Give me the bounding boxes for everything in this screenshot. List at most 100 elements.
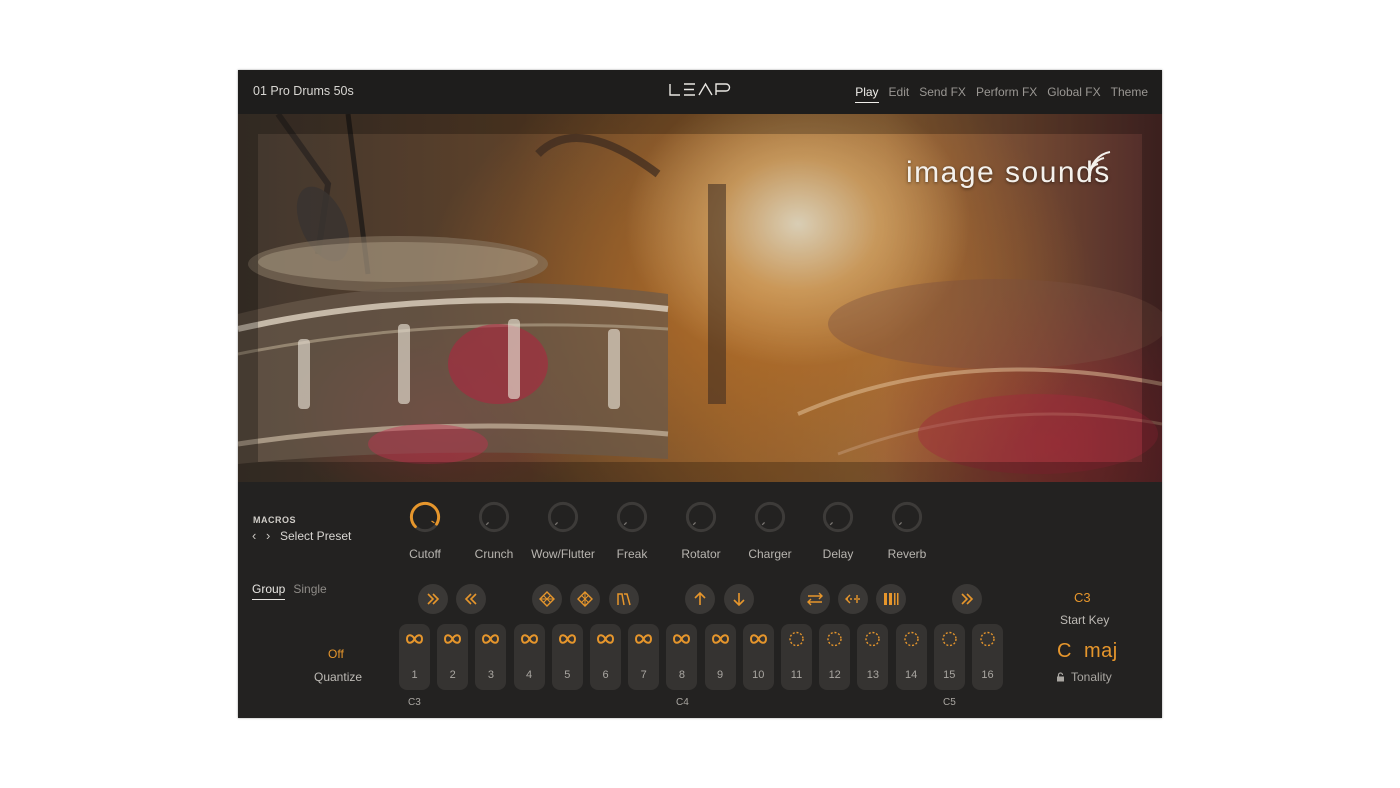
key-pad-12[interactable]: 12	[819, 624, 851, 690]
knob-label: Delay	[822, 547, 854, 561]
swap-icon	[807, 592, 823, 606]
one-shot-icon	[827, 631, 842, 647]
knob-dial[interactable]	[477, 500, 511, 534]
envelope-button[interactable]	[609, 584, 639, 614]
knob-label: Reverb	[887, 547, 927, 561]
key-pad-13[interactable]: 13	[857, 624, 889, 690]
macro-knob-cutoff[interactable]: Cutoff	[390, 500, 460, 561]
rewind-icon	[464, 593, 477, 605]
key-pad-4[interactable]: 4	[513, 624, 545, 690]
knob-label: Crunch	[474, 547, 514, 561]
macro-knob-crunch[interactable]: Crunch	[459, 500, 529, 561]
fast-forward-button[interactable]	[418, 584, 448, 614]
dotted-arrow-button[interactable]	[838, 584, 868, 614]
key-pad-9[interactable]: 9	[704, 624, 736, 690]
key-pad-5[interactable]: 5	[551, 624, 583, 690]
knob-dial[interactable]	[890, 500, 924, 534]
play-controls: MACROS ‹ › Select Preset Cutoff Crunch Wow…	[238, 482, 1162, 718]
knob-dial[interactable]	[546, 500, 580, 534]
one-shot-icon	[789, 631, 804, 647]
loop-icon	[673, 634, 691, 644]
macro-knob-freak[interactable]: Freak	[597, 500, 667, 561]
leap-window: 01 Pro Drums 50s Play Edit Send FX Perfo…	[238, 70, 1162, 718]
key-pad-14[interactable]: 14	[895, 624, 927, 690]
macro-knob-rotator[interactable]: Rotator	[666, 500, 736, 561]
tab-group[interactable]: Group	[252, 582, 286, 600]
arrow-up-button[interactable]	[685, 584, 715, 614]
key-pad-7[interactable]: 7	[628, 624, 660, 690]
dotted-arrow-icon	[845, 594, 860, 604]
one-shot-icon	[865, 631, 881, 647]
tab-edit[interactable]: Edit	[889, 85, 910, 103]
fast-forward-button[interactable]	[952, 584, 982, 614]
swap-button[interactable]	[800, 584, 830, 614]
tonality-value[interactable]: C maj	[1057, 640, 1118, 663]
brand-logo-text: image sounds	[906, 156, 1111, 189]
macro-knob-charger[interactable]: Charger	[735, 500, 805, 561]
key-pad-3[interactable]: 3	[475, 624, 507, 690]
quantize-value[interactable]: Off	[328, 647, 344, 661]
key-pad-1[interactable]: 1	[399, 624, 430, 690]
chevron-right-icon[interactable]: ›	[266, 529, 274, 543]
tab-perform-fx[interactable]: Perform FX	[976, 85, 1037, 103]
octave-label-c5: C5	[943, 697, 956, 708]
key-pad-11[interactable]: 11	[781, 624, 812, 690]
arrow-down-icon	[733, 593, 745, 607]
knob-label: Cutoff	[409, 547, 441, 561]
envelope-icon	[617, 593, 631, 606]
grid-slice-icon	[539, 591, 555, 607]
grid-slice-alt-button[interactable]	[570, 584, 600, 614]
brand-waves-icon	[1088, 151, 1111, 177]
tonality-label: Tonality	[1071, 670, 1112, 684]
rewind-button[interactable]	[456, 584, 486, 614]
tonality-row: Tonality	[1056, 670, 1112, 684]
leap-logo	[669, 82, 731, 96]
top-bar: 01 Pro Drums 50s Play Edit Send FX Perfo…	[238, 70, 1162, 114]
fast-forward-icon	[961, 593, 974, 605]
loop-icon	[558, 634, 576, 644]
tab-send-fx[interactable]: Send FX	[919, 85, 966, 103]
key-number: 14	[904, 669, 918, 681]
macro-knob-delay[interactable]: Delay	[803, 500, 873, 561]
select-preset-button[interactable]: Select Preset	[280, 529, 351, 543]
tab-single[interactable]: Single	[293, 582, 326, 600]
macro-knob-reverb[interactable]: Reverb	[872, 500, 942, 561]
key-pad-2[interactable]: 2	[437, 624, 469, 690]
key-pad-10[interactable]: 10	[742, 624, 774, 690]
key-number: 5	[564, 669, 571, 681]
one-shot-icon	[903, 631, 919, 647]
key-pad-6[interactable]: 6	[590, 624, 621, 690]
fast-forward-icon	[427, 593, 440, 605]
loop-icon	[711, 634, 729, 644]
key-number: 3	[487, 669, 494, 681]
tab-global-fx[interactable]: Global FX	[1047, 85, 1100, 103]
arrow-down-button[interactable]	[724, 584, 754, 614]
grid-slice-button[interactable]	[532, 584, 562, 614]
knob-dial[interactable]	[615, 500, 649, 534]
tab-play[interactable]: Play	[855, 85, 879, 103]
chevron-left-icon[interactable]: ‹	[252, 529, 260, 543]
key-pad-15[interactable]: 15	[933, 624, 965, 690]
start-key-value[interactable]: C3	[1074, 590, 1091, 605]
loop-icon	[635, 634, 653, 644]
knob-dial[interactable]	[821, 500, 855, 534]
knob-label: Freak	[616, 547, 648, 561]
loop-icon	[444, 634, 462, 644]
quantize-label: Quantize	[314, 670, 363, 684]
main-tabs: Play Edit Send FX Perform FX Global FX T…	[855, 85, 1148, 103]
bars-icon	[884, 593, 899, 605]
key-pad-16[interactable]: 16	[972, 624, 1003, 690]
knob-dial[interactable]	[408, 500, 442, 534]
key-number: 16	[981, 669, 994, 681]
macro-knob-wow-flutter[interactable]: Wow/Flutter	[528, 500, 598, 561]
key-number: 1	[411, 669, 418, 681]
lock-icon[interactable]	[1056, 672, 1065, 682]
knob-dial[interactable]	[684, 500, 718, 534]
knob-label: Rotator	[681, 547, 721, 561]
knob-dial[interactable]	[753, 500, 787, 534]
key-pad-8[interactable]: 8	[666, 624, 698, 690]
bars-button[interactable]	[876, 584, 906, 614]
tab-theme[interactable]: Theme	[1111, 85, 1148, 103]
arrow-up-icon	[694, 591, 706, 605]
preset-name[interactable]: 01 Pro Drums 50s	[253, 84, 354, 98]
